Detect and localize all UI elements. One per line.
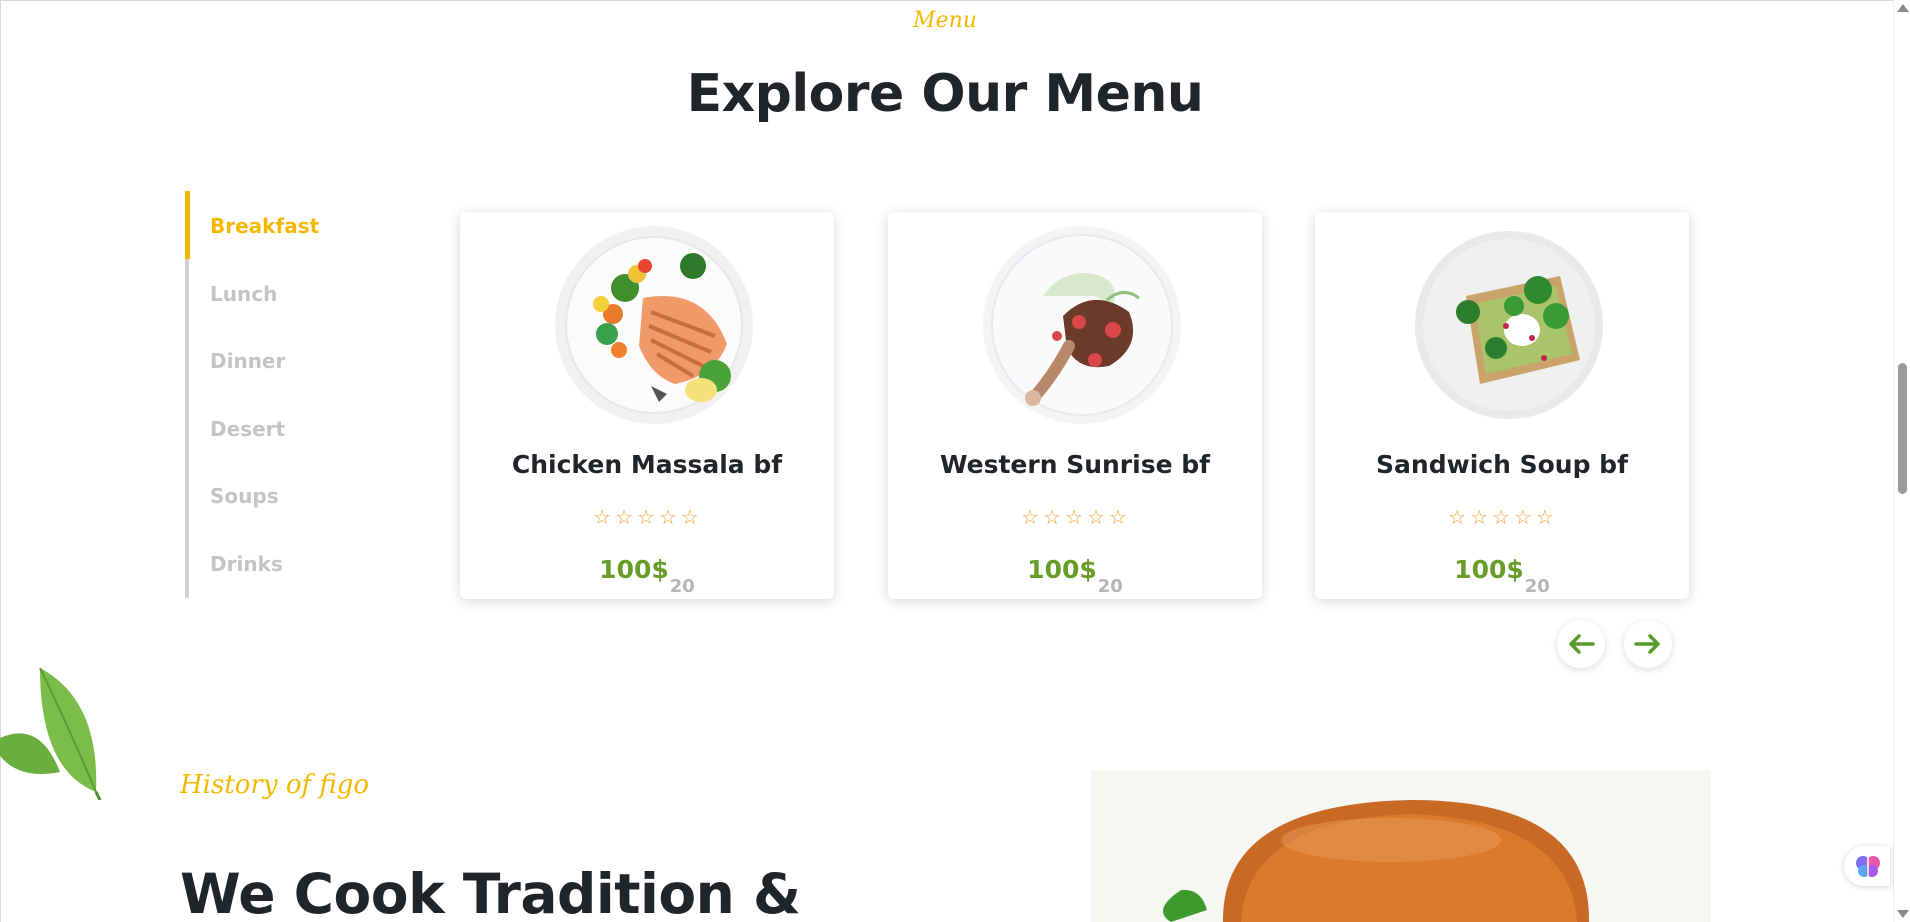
star-outline-icon[interactable]: ☆ xyxy=(659,505,679,529)
burger-image xyxy=(1091,770,1711,922)
star-outline-icon[interactable]: ☆ xyxy=(637,505,657,529)
star-outline-icon[interactable]: ☆ xyxy=(1514,505,1534,529)
star-outline-icon[interactable]: ☆ xyxy=(1492,505,1512,529)
tab-lunch[interactable]: Lunch xyxy=(210,282,277,306)
brain-icon xyxy=(1856,856,1880,877)
price-row: 100$20 xyxy=(888,555,1262,597)
assistant-button[interactable] xyxy=(1844,846,1890,886)
carousel-next-button[interactable] xyxy=(1624,620,1672,668)
rating-stars: ☆ ☆ ☆ ☆ ☆ xyxy=(888,505,1262,529)
star-outline-icon[interactable]: ☆ xyxy=(615,505,635,529)
price-row: 100$20 xyxy=(1315,555,1689,597)
carousel-prev-button[interactable] xyxy=(1557,620,1605,668)
history-heading: We Cook Tradition & xyxy=(180,862,801,922)
price: 100$ xyxy=(1027,555,1097,584)
price: 100$ xyxy=(1454,555,1524,584)
tab-dinner[interactable]: Dinner xyxy=(210,349,285,373)
section-title: Explore Our Menu xyxy=(686,64,1204,124)
arrow-right-icon xyxy=(1634,634,1660,654)
tab-breakfast[interactable]: Breakfast xyxy=(210,214,319,238)
active-tab-indicator xyxy=(185,191,190,259)
basil-leaf-icon xyxy=(0,660,110,804)
star-outline-icon[interactable]: ☆ xyxy=(1065,505,1085,529)
history-eyebrow: History of figo xyxy=(180,770,369,800)
card-title: Chicken Massala bf xyxy=(511,450,783,479)
frame-border-top xyxy=(0,0,1893,1)
arrow-left-icon xyxy=(1569,634,1595,654)
tab-desert[interactable]: Desert xyxy=(210,417,285,441)
tab-drinks[interactable]: Drinks xyxy=(210,552,283,576)
scroll-thumb[interactable] xyxy=(1898,363,1907,494)
price: 100$ xyxy=(599,555,669,584)
rating-stars: ☆ ☆ ☆ ☆ ☆ xyxy=(1315,505,1689,529)
dish-image-avocado-toast xyxy=(1410,226,1608,424)
quantity: 20 xyxy=(669,576,695,597)
tab-soups[interactable]: Soups xyxy=(210,484,279,508)
menu-card[interactable]: Sandwich Soup bf ☆ ☆ ☆ ☆ ☆ 100$20 xyxy=(1315,212,1689,599)
scroll-up-arrow-icon[interactable] xyxy=(1897,4,1909,12)
star-outline-icon[interactable]: ☆ xyxy=(1448,505,1468,529)
menu-page: Menu Explore Our Menu Breakfast Lunch Di… xyxy=(0,0,1910,922)
price-row: 100$20 xyxy=(460,555,834,597)
menu-card[interactable]: Chicken Massala bf ☆ ☆ ☆ ☆ ☆ 100$20 xyxy=(460,212,834,599)
page-scrollbar[interactable] xyxy=(1893,0,1910,922)
dish-image-salmon xyxy=(555,226,753,424)
star-outline-icon[interactable]: ☆ xyxy=(593,505,613,529)
quantity: 20 xyxy=(1524,576,1550,597)
star-outline-icon[interactable]: ☆ xyxy=(1021,505,1041,529)
section-eyebrow: Menu xyxy=(913,8,977,33)
menu-card[interactable]: Western Sunrise bf ☆ ☆ ☆ ☆ ☆ 100$20 xyxy=(888,212,1262,599)
scroll-down-arrow-icon[interactable] xyxy=(1897,910,1909,918)
dish-image-chicken xyxy=(983,226,1181,424)
star-outline-icon[interactable]: ☆ xyxy=(1043,505,1063,529)
star-outline-icon[interactable]: ☆ xyxy=(1470,505,1490,529)
card-title: Sandwich Soup bf xyxy=(1376,450,1628,479)
star-outline-icon[interactable]: ☆ xyxy=(1087,505,1107,529)
star-outline-icon[interactable]: ☆ xyxy=(681,505,701,529)
quantity: 20 xyxy=(1097,576,1123,597)
star-outline-icon[interactable]: ☆ xyxy=(1536,505,1556,529)
card-title: Western Sunrise bf xyxy=(939,450,1211,479)
category-tabs: Breakfast Lunch Dinner Desert Soups Drin… xyxy=(185,191,389,598)
rating-stars: ☆ ☆ ☆ ☆ ☆ xyxy=(460,505,834,529)
star-outline-icon[interactable]: ☆ xyxy=(1109,505,1129,529)
